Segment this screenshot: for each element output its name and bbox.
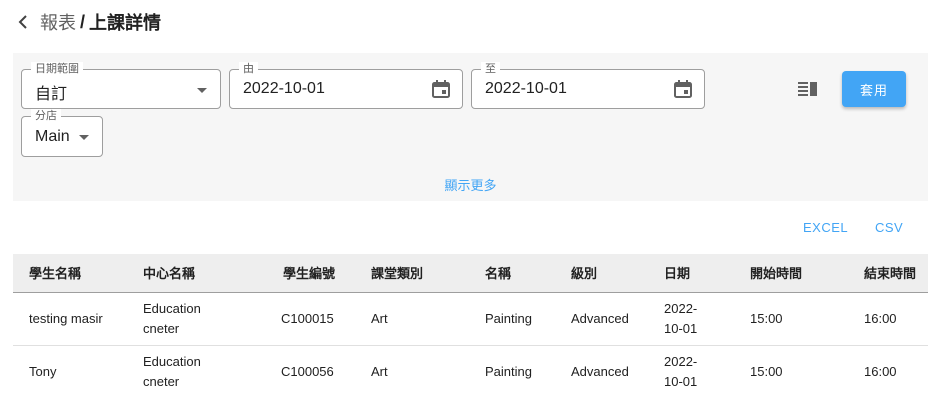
name-cell: Painting xyxy=(485,364,532,379)
end-time-cell: 16:00 xyxy=(864,364,897,379)
show-more-link[interactable]: 顯示更多 xyxy=(13,175,928,194)
excel-export-link[interactable]: EXCEL xyxy=(803,220,848,235)
csv-export-link[interactable]: CSV xyxy=(875,220,903,235)
date-cell: 2022- 10-01 xyxy=(664,293,697,345)
from-date-label: 由 xyxy=(239,62,258,76)
date-cell: 2022- 10-01 xyxy=(664,346,697,393)
filter-panel: 日期範圍 自訂 由 2022-10-01 至 2022-10-01 套用 分店 … xyxy=(13,53,928,201)
student-number-cell: C100056 xyxy=(281,364,334,379)
column-header[interactable]: 開始時間 xyxy=(750,254,802,293)
date-range-select[interactable]: 日期範圍 自訂 xyxy=(21,62,221,109)
center-name-line: cneter xyxy=(143,321,180,336)
chevron-down-icon xyxy=(197,88,207,93)
level-cell: Advanced xyxy=(571,364,629,379)
column-header[interactable]: 結束時間 xyxy=(864,254,916,293)
center-name-line: Education xyxy=(143,301,201,316)
column-header[interactable]: 級別 xyxy=(571,254,597,293)
student-number-cell: C100015 xyxy=(281,311,334,326)
start-time-cell: 15:00 xyxy=(750,311,783,326)
page-title: 上課詳情 xyxy=(89,13,162,33)
table-header: 學生名稱 中心名稱 學生編號 課堂類別 名稱 級別 日期 開始時間 結束時間 xyxy=(13,254,928,293)
view-columns-icon[interactable] xyxy=(797,80,819,98)
center-name-cell: Education cneter xyxy=(143,346,201,393)
breadcrumb-separator: / xyxy=(80,11,86,32)
column-header[interactable]: 學生編號 xyxy=(283,254,335,293)
calendar-icon[interactable] xyxy=(431,79,451,99)
column-header[interactable]: 日期 xyxy=(664,254,690,293)
level-cell: Advanced xyxy=(571,311,629,326)
center-name-cell: Education cneter xyxy=(143,293,201,345)
date-range-label: 日期範圍 xyxy=(31,62,83,76)
apply-button[interactable]: 套用 xyxy=(842,71,906,107)
end-time-cell: 16:00 xyxy=(864,311,897,326)
breadcrumb-parent[interactable]: 報表 xyxy=(40,9,76,35)
date-line: 10-01 xyxy=(664,374,698,389)
column-header[interactable]: 學生名稱 xyxy=(29,254,81,293)
start-time-cell: 15:00 xyxy=(750,364,783,379)
to-date-field[interactable]: 至 2022-10-01 xyxy=(471,62,705,109)
calendar-icon[interactable] xyxy=(673,79,693,99)
page-header: 報表 / 上課詳情 xyxy=(12,8,161,36)
date-line: 2022- xyxy=(664,301,698,316)
from-date-field[interactable]: 由 2022-10-01 xyxy=(229,62,463,109)
category-cell: Art xyxy=(371,364,388,379)
center-name-line: cneter xyxy=(143,374,180,389)
lesson-details-table: 學生名稱 中心名稱 學生編號 課堂類別 名稱 級別 日期 開始時間 結束時間 t… xyxy=(13,254,928,393)
column-header[interactable]: 名稱 xyxy=(485,254,511,293)
chevron-down-icon xyxy=(79,135,89,140)
center-name-line: Education xyxy=(143,354,201,369)
date-range-value: 自訂 xyxy=(35,86,68,103)
to-date-value: 2022-10-01 xyxy=(485,80,567,97)
branch-select[interactable]: 分店 Main xyxy=(21,109,103,157)
from-date-value: 2022-10-01 xyxy=(243,80,325,97)
column-header[interactable]: 課堂類別 xyxy=(371,254,423,293)
student-name-cell: testing masir xyxy=(29,311,103,326)
table-row[interactable]: Tony Education cneter C100056 Art Painti… xyxy=(13,346,928,393)
date-line: 10-01 xyxy=(664,321,698,336)
student-name-cell: Tony xyxy=(29,364,57,379)
branch-label: 分店 xyxy=(31,109,61,123)
branch-value: Main xyxy=(35,128,70,145)
category-cell: Art xyxy=(371,311,388,326)
chevron-left-icon[interactable] xyxy=(12,11,34,33)
to-date-label: 至 xyxy=(481,62,500,76)
column-header[interactable]: 中心名稱 xyxy=(143,254,195,293)
table-row[interactable]: testing masir Education cneter C100015 A… xyxy=(13,293,928,346)
date-line: 2022- xyxy=(664,354,698,369)
name-cell: Painting xyxy=(485,311,532,326)
